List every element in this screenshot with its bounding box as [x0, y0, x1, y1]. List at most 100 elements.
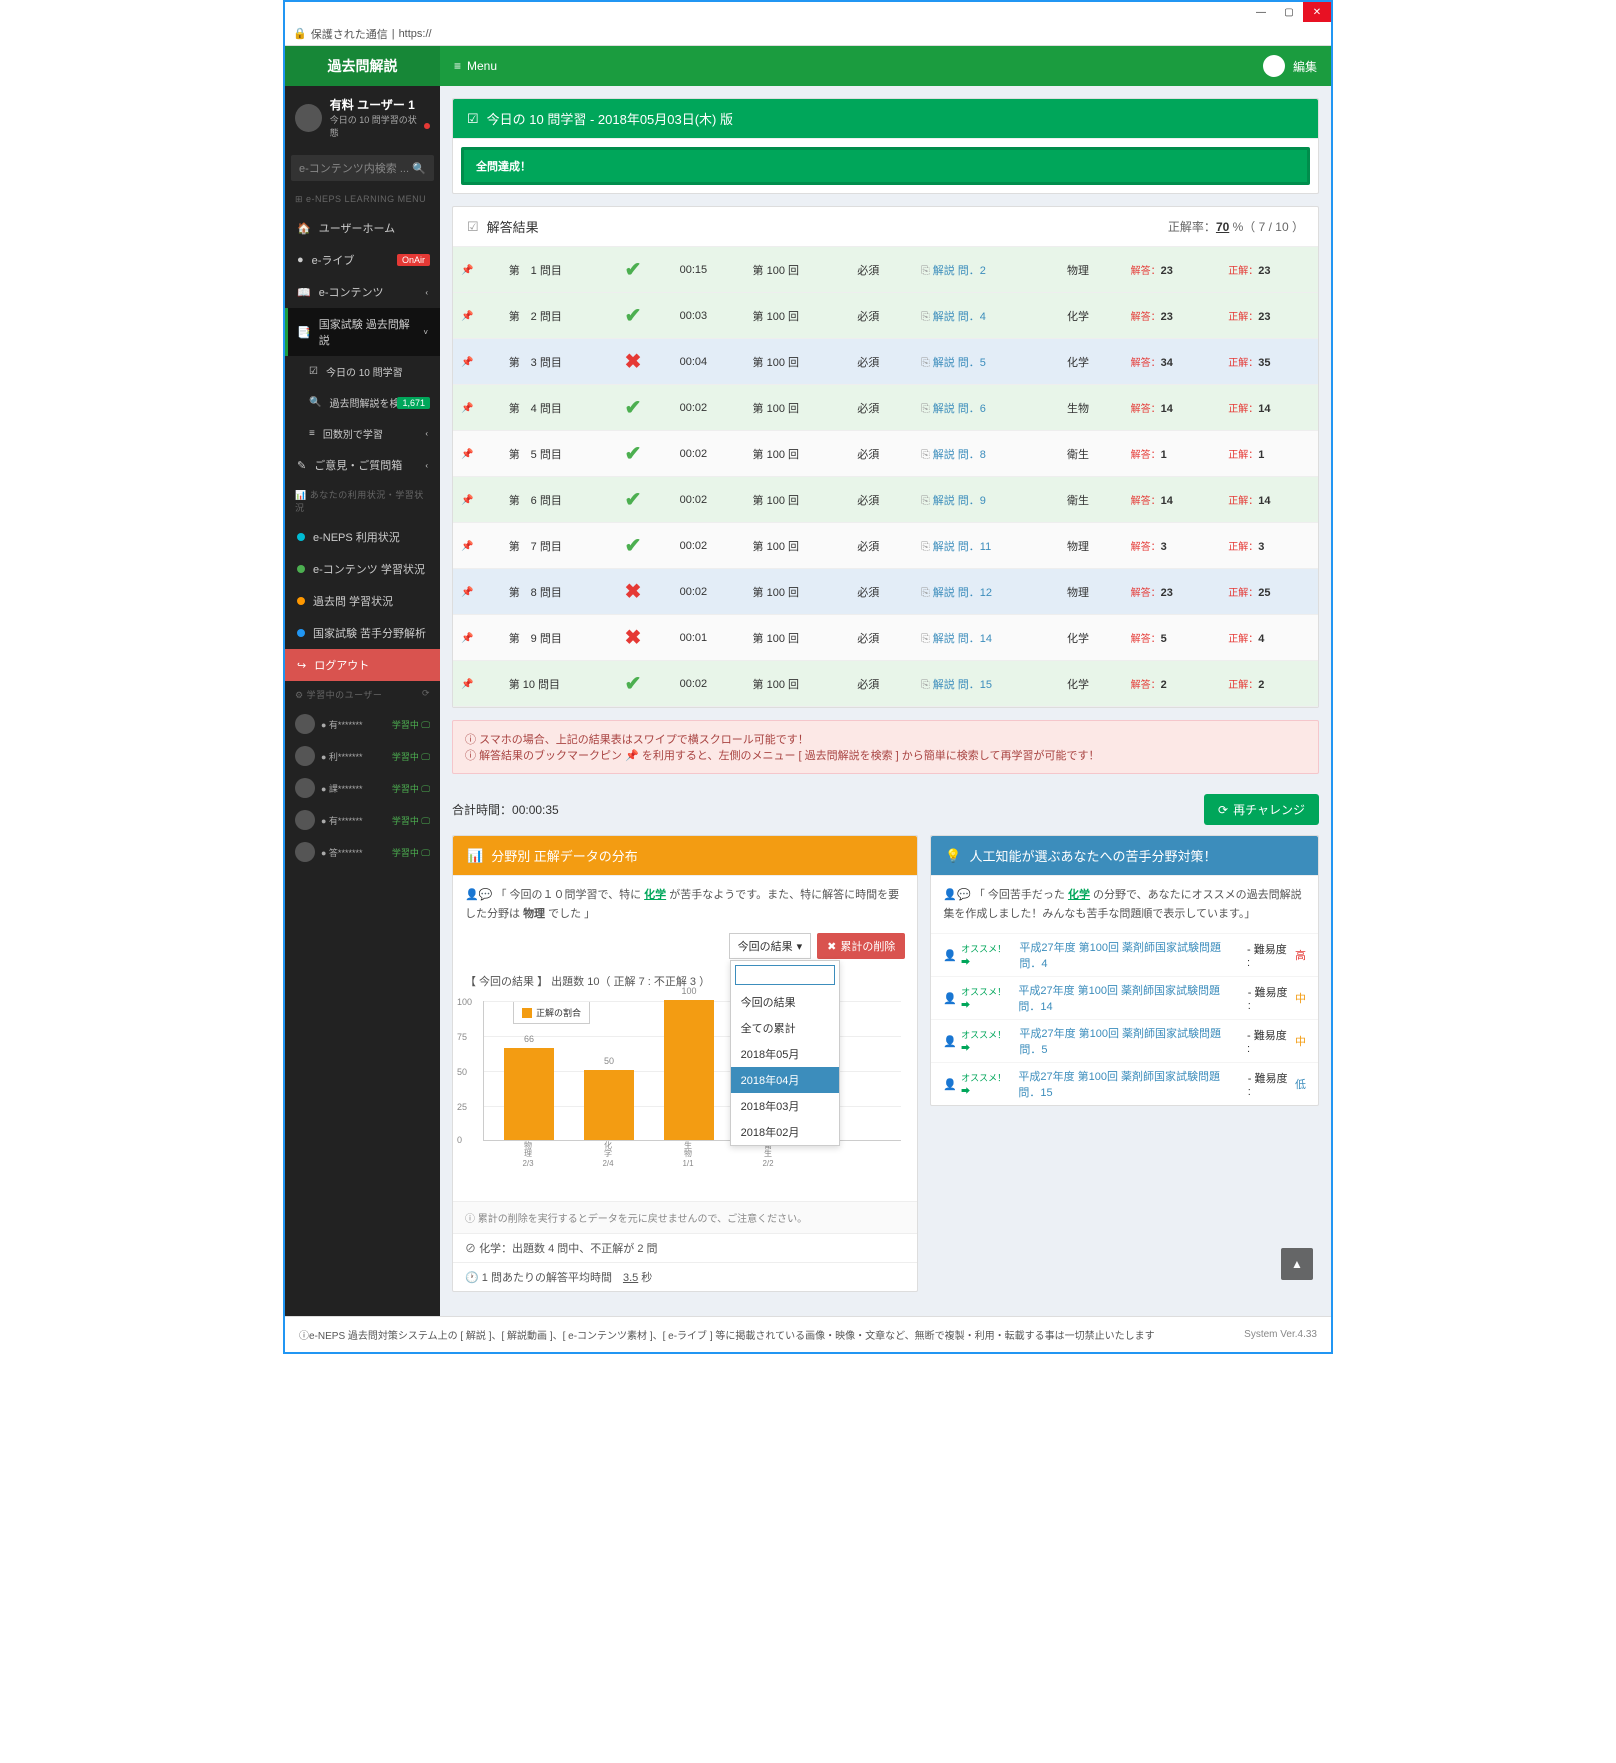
chart-bar: 66 — [504, 1048, 554, 1140]
sidebar-item[interactable]: 🔍過去問解説を検索1,671 — [285, 387, 440, 418]
check-icon: ☑ — [467, 219, 479, 235]
online-user-item: ● 課*******学習中 🖵 — [285, 772, 440, 804]
explanation-link[interactable]: ⎘解説 問．15 — [921, 679, 992, 691]
recommendation-item: 👤オススメ！ ➡ 平成27年度 第100回 薬剤師国家試験問題 問．5 - 難易… — [931, 1019, 1318, 1062]
dropdown-option[interactable]: 2018年05月 — [731, 1041, 840, 1067]
main-content: ☑ 今日の 10 問学習 - 2018年05月03日(木) 版 全問達成！ ☑ … — [440, 86, 1331, 1316]
dropdown-option[interactable]: 2018年02月 — [731, 1119, 840, 1145]
rec-link[interactable]: 平成27年度 第100回 薬剤師国家試験問題 問．14 — [1018, 982, 1243, 1014]
sidebar-item[interactable]: e-コンテンツ 学習状況 — [285, 553, 440, 585]
top-bar: 過去問解説 ≡ Menu 編集 — [285, 46, 1331, 86]
sidebar-header-2: 📊 あなたの利用状況・学習状況 — [285, 481, 440, 521]
dropdown-option[interactable]: 2018年04月 — [731, 1067, 840, 1093]
close-button[interactable]: ✕ — [1303, 2, 1331, 22]
stat-line-2: 🕐 1 問あたりの解答平均時間 3.5 秒 — [453, 1262, 917, 1291]
total-time: 合計時間：00:00:35 — [452, 801, 559, 818]
copy-icon: ⎘ — [921, 357, 930, 369]
dropdown-option[interactable]: 全ての累計 — [731, 1015, 840, 1041]
edit-button[interactable]: 編集 — [1293, 58, 1317, 75]
pin-icon[interactable]: 📌 — [461, 495, 473, 506]
dropdown-search-input[interactable] — [735, 965, 836, 985]
secure-label: 保護された通信 — [311, 26, 388, 42]
explanation-link[interactable]: ⎘解説 問．11 — [921, 541, 991, 553]
url-text: https:// — [399, 28, 432, 40]
pin-icon: 📌 — [625, 750, 639, 762]
sidebar-item[interactable]: ✎ご意見・ご質問箱‹ — [285, 449, 440, 481]
pin-icon[interactable]: 📌 — [461, 449, 473, 460]
sidebar-item[interactable]: e-NEPS 利用状況 — [285, 521, 440, 553]
avatar — [295, 746, 315, 766]
logout-icon: ↪ — [297, 659, 306, 672]
sidebar-item[interactable]: 📑国家試験 過去問解説˅ — [285, 308, 440, 356]
scroll-top-button[interactable]: ▲ — [1281, 1248, 1313, 1280]
pin-icon[interactable]: 📌 — [461, 587, 473, 598]
sidebar-item[interactable]: ●e-ライブOnAir — [285, 244, 440, 276]
cross-icon: ✖ — [625, 581, 642, 603]
explanation-link[interactable]: ⎘解説 問．5 — [921, 357, 986, 369]
copy-icon: ⎘ — [921, 495, 930, 507]
explanation-link[interactable]: ⎘解説 問．9 — [921, 495, 986, 507]
explanation-link[interactable]: ⎘解説 問．12 — [921, 587, 992, 599]
chart-bar: 50 — [584, 1070, 634, 1140]
analysis-speech: 👤💬 「 今回の１０問学習で、特に 化学 が苦手なようです。また、特に解答に時間… — [453, 876, 917, 933]
dot-icon — [297, 533, 305, 541]
person-icon: 👤💬 — [943, 889, 970, 901]
pin-icon[interactable]: 📌 — [461, 633, 473, 644]
rec-link[interactable]: 平成27年度 第100回 薬剤師国家試験問題 問．5 — [1019, 1025, 1243, 1057]
pin-icon[interactable]: 📌 — [461, 403, 473, 414]
rec-link[interactable]: 平成27年度 第100回 薬剤師国家試験問題 問．4 — [1019, 939, 1243, 971]
menu-icon: 🏠 — [297, 222, 311, 235]
period-dropdown[interactable]: 今回の結果 ▾ 今回の結果全ての累計2018年05月2018年04月2018年0… — [729, 933, 812, 959]
sidebar-item[interactable]: ☑今日の 10 問学習 — [285, 356, 440, 387]
online-user-item: ● 有*******学習中 🖵 — [285, 804, 440, 836]
result-row: 📌 第 7 問目 ✔ 00:02 第 100 回 必須 ⎘解説 問．11 物理 … — [453, 523, 1318, 569]
explanation-link[interactable]: ⎘解説 問．6 — [921, 403, 986, 415]
badge: OnAir — [397, 254, 430, 266]
sidebar-item[interactable]: 過去問 学習状況 — [285, 585, 440, 617]
explanation-link[interactable]: ⎘解説 問．2 — [921, 265, 986, 277]
window-titlebar: — ▢ ✕ — [285, 2, 1331, 22]
menu-icon: 📖 — [297, 286, 311, 299]
sidebar-item[interactable]: 国家試験 苦手分野解析 — [285, 617, 440, 649]
url-bar[interactable]: 🔒 保護された通信 | https:// — [285, 22, 1331, 46]
hamburger-icon: ≡ — [454, 59, 461, 73]
logout-button[interactable]: ↪ ログアウト — [285, 649, 440, 681]
info-icon: ⓘ — [465, 734, 479, 746]
result-row: 📌 第 2 問目 ✔ 00:03 第 100 回 必須 ⎘解説 問．4 化学 解… — [453, 293, 1318, 339]
dropdown-option[interactable]: 2018年03月 — [731, 1093, 840, 1119]
pin-icon[interactable]: 📌 — [461, 679, 473, 690]
explanation-link[interactable]: ⎘解説 問．14 — [921, 633, 992, 645]
rechallenge-button[interactable]: ⟳ 再チャレンジ — [1204, 794, 1319, 825]
explanation-link[interactable]: ⎘解説 問．8 — [921, 449, 986, 461]
dropdown-menu: 今回の結果全ての累計2018年05月2018年04月2018年03月2018年0… — [730, 960, 841, 1146]
delete-warning: ⓘ 累計の削除を実行するとデータを元に戻せませんので、ご注意ください。 — [453, 1201, 917, 1233]
chevron-down-icon: ▾ — [797, 940, 803, 953]
pin-icon[interactable]: 📌 — [461, 311, 473, 322]
recommendation-item: 👤オススメ！ ➡ 平成27年度 第100回 薬剤師国家試験問題 問．15 - 難… — [931, 1062, 1318, 1105]
search-input[interactable]: e-コンテンツ内検索 ... 🔍 — [291, 155, 434, 181]
dropdown-option[interactable]: 今回の結果 — [731, 989, 840, 1015]
minimize-button[interactable]: — — [1247, 2, 1275, 22]
copy-icon: ⎘ — [921, 587, 930, 599]
sidebar-item[interactable]: ≡回数別で学習‹ — [285, 418, 440, 449]
sidebar-item[interactable]: 📖e-コンテンツ‹ — [285, 276, 440, 308]
menu-button[interactable]: ≡ Menu — [440, 59, 511, 73]
rec-link[interactable]: 平成27年度 第100回 薬剤師国家試験問題 問．15 — [1018, 1068, 1243, 1100]
maximize-button[interactable]: ▢ — [1275, 2, 1303, 22]
pin-icon[interactable]: 📌 — [461, 541, 473, 552]
avatar — [295, 714, 315, 734]
menu-icon: ≡ — [309, 428, 315, 439]
person-icon: 👤 — [943, 1035, 957, 1048]
check-icon: ☑ — [467, 111, 479, 127]
chart-icon: 📊 — [467, 848, 483, 864]
avatar — [295, 842, 315, 862]
result-row: 📌 第 1 問目 ✔ 00:15 第 100 回 必須 ⎘解説 問．2 物理 解… — [453, 247, 1318, 293]
pin-icon[interactable]: 📌 — [461, 265, 473, 276]
ai-speech: 👤💬 「 今回苦手だった 化学 の分野で、あなたにオススメの過去問解説集を作成し… — [931, 876, 1318, 933]
delete-totals-button[interactable]: ✖ 累計の削除 — [817, 933, 905, 959]
pin-icon[interactable]: 📌 — [461, 357, 473, 368]
brand-title[interactable]: 過去問解説 — [285, 46, 440, 86]
sidebar-item[interactable]: 🏠ユーザーホーム — [285, 212, 440, 244]
avatar[interactable] — [1263, 55, 1285, 77]
explanation-link[interactable]: ⎘解説 問．4 — [921, 311, 986, 323]
